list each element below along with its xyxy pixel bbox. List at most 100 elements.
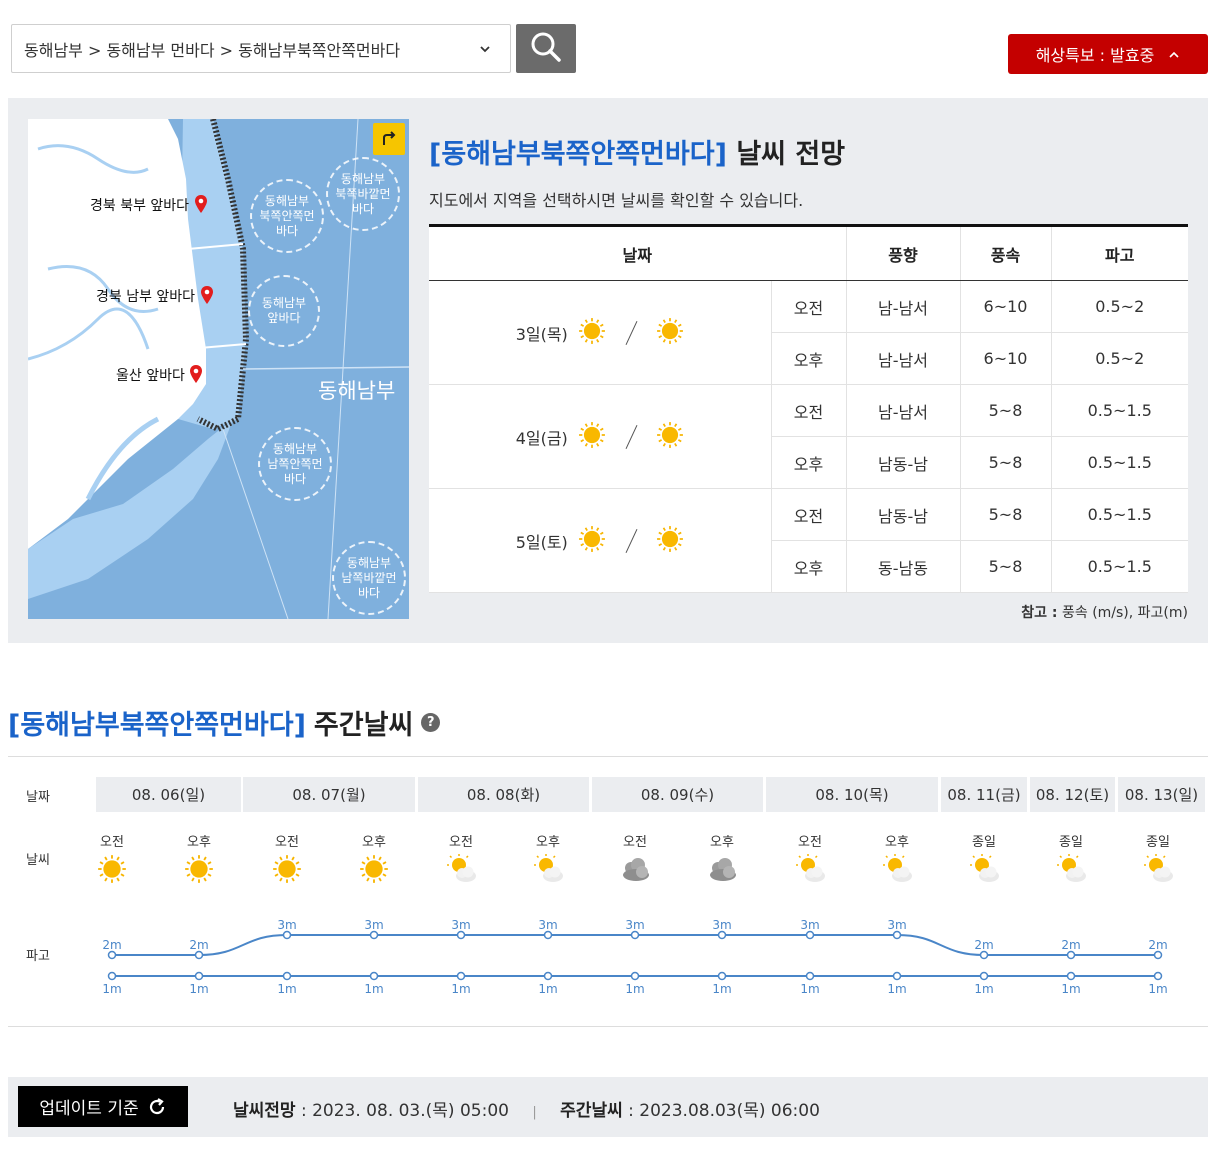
partly-cloudy-icon	[533, 854, 565, 888]
zone-north-outer[interactable]: 동해남부 북쪽바깥먼 바다	[326, 157, 400, 231]
wave-min-label: 1m	[364, 982, 383, 996]
marker-ulsan[interactable]: 울산 앞바다	[116, 364, 203, 385]
area-select[interactable]: 동해남부 > 동해남부 먼바다 > 동해남부북쪽안쪽먼바다	[11, 24, 511, 73]
zone-north-inner[interactable]: 동해남부 북쪽안쪽먼 바다	[250, 179, 324, 253]
update-times: 날씨전망 : 2023. 08. 03.(목) 05:00 | 주간날씨 : 2…	[233, 1101, 820, 1121]
wave-min-point	[456, 971, 466, 981]
marker-gyeongbuk-north[interactable]: 경북 북부 앞바다	[90, 194, 208, 215]
forecast-title: [동해남부북쪽안쪽먼바다] 날씨 전망	[429, 139, 846, 170]
weekly-date: 08. 10(목)	[766, 777, 938, 812]
search-button[interactable]	[516, 24, 576, 73]
col-wave: 파고	[1050, 224, 1188, 281]
wave-min-point	[892, 971, 902, 981]
slash-divider	[624, 426, 638, 448]
zone-south-inner[interactable]: 동해남부 남쪽안쪽먼 바다	[258, 427, 332, 501]
row-label-weather: 날씨	[26, 853, 50, 868]
zone-south-outer[interactable]: 동해남부 남쪽바깥먼 바다	[332, 541, 406, 615]
wave-min-point	[1066, 971, 1076, 981]
wind-dir-cell: 남동-남	[845, 488, 960, 541]
sun-icon	[578, 525, 606, 557]
sun-icon	[359, 854, 389, 888]
wave-min-point	[1153, 971, 1163, 981]
weekly-period: 오후	[710, 835, 734, 850]
weekly-period: 오후	[536, 835, 560, 850]
wave-max-point	[107, 950, 117, 960]
wave-max-label: 3m	[800, 918, 819, 932]
wave-min-label: 1m	[974, 982, 993, 996]
sun-icon	[578, 421, 606, 453]
date-cell: 3일(목)	[429, 280, 771, 385]
redo-icon	[383, 131, 396, 145]
wave-min-label: 1m	[102, 982, 121, 996]
wave-min-point	[369, 971, 379, 981]
weekly-date: 08. 11(금)	[941, 777, 1027, 812]
weekly-date: 08. 12(토)	[1030, 777, 1115, 812]
wave-cell: 0.5~1.5	[1050, 540, 1188, 593]
wave-cell: 0.5~2	[1050, 280, 1188, 333]
col-wind-speed: 풍속	[959, 224, 1051, 281]
wave-max-point	[717, 930, 727, 940]
wave-max-point	[892, 930, 902, 940]
marker-gyeongbuk-south[interactable]: 경북 남부 앞바다	[96, 285, 214, 306]
zone-coastal[interactable]: 동해남부 앞바다	[248, 275, 320, 347]
wind-speed-cell: 6~10	[959, 332, 1051, 385]
wind-dir-cell: 남-남서	[845, 384, 960, 437]
wave-cell: 0.5~1.5	[1050, 436, 1188, 489]
wave-max-label: 3m	[887, 918, 906, 932]
wave-min-point	[194, 971, 204, 981]
wind-speed-cell: 5~8	[959, 540, 1051, 593]
weekly-period: 오후	[885, 835, 909, 850]
forecast-table: 날짜 풍향 풍속 파고 3일(목) 오전 남-남서 6~10 0.5~2 오후 남-남서 6…	[429, 224, 1188, 593]
sea-area-map[interactable]: 경북 북부 앞바다 경북 남부 앞바다 울산 앞바다 동해남부 북쪽안쪽먼 바다…	[28, 119, 409, 619]
partly-cloudy-icon	[1143, 854, 1175, 888]
weekly-date: 08. 09(수)	[592, 777, 763, 812]
weekly-title: [동해남부북쪽안쪽먼바다] 주간날씨 ?	[8, 703, 441, 742]
wave-min-point	[107, 971, 117, 981]
wave-cell: 0.5~1.5	[1050, 384, 1188, 437]
search-icon	[529, 30, 563, 68]
weekly-period: 오후	[187, 835, 211, 850]
wave-max-label: 3m	[277, 918, 296, 932]
cloudy-icon	[620, 854, 652, 888]
wind-dir-cell: 동-남동	[845, 540, 960, 593]
map-reset-button[interactable]	[373, 123, 405, 155]
chevron-down-icon	[478, 41, 492, 60]
partly-cloudy-icon	[969, 854, 1001, 888]
wave-cell: 0.5~1.5	[1050, 488, 1188, 541]
period-cell: 오후	[770, 540, 846, 593]
update-button[interactable]: 업데이트 기준	[18, 1086, 188, 1127]
wave-min-point	[717, 971, 727, 981]
wave-cell: 0.5~2	[1050, 332, 1188, 385]
wave-max-label: 3m	[538, 918, 557, 932]
wave-max-label: 3m	[625, 918, 644, 932]
help-icon[interactable]: ?	[421, 713, 441, 732]
sun-icon	[656, 525, 684, 557]
col-wind-dir: 풍향	[845, 224, 960, 281]
alert-label: 해상특보 : 발효중	[1035, 46, 1155, 65]
date-cell: 4일(금)	[429, 384, 771, 489]
wave-max-label: 2m	[1061, 938, 1080, 952]
wave-min-point	[282, 971, 292, 981]
weekly-period: 종일	[1059, 835, 1083, 850]
area-breadcrumb: 동해남부 > 동해남부 먼바다 > 동해남부북쪽안쪽먼바다	[24, 40, 401, 60]
wave-min-label: 1m	[887, 982, 906, 996]
weekly-period: 오전	[275, 835, 299, 850]
slash-divider	[624, 530, 638, 552]
wave-min-label: 1m	[800, 982, 819, 996]
wave-min-label: 1m	[277, 982, 296, 996]
wind-dir-cell: 남동-남	[845, 436, 960, 489]
period-cell: 오후	[770, 332, 846, 385]
marine-alert-button[interactable]: 해상특보 : 발효중	[1008, 34, 1208, 74]
wave-min-label: 1m	[451, 982, 470, 996]
divider	[8, 1026, 1208, 1027]
wave-max-label: 3m	[712, 918, 731, 932]
wave-max-point	[1153, 950, 1163, 960]
period-cell: 오전	[770, 488, 846, 541]
wave-min-label: 1m	[538, 982, 557, 996]
partly-cloudy-icon	[882, 854, 914, 888]
refresh-icon	[149, 1097, 164, 1114]
wave-min-point	[543, 971, 553, 981]
weekly-period: 오전	[100, 835, 124, 850]
wave-max-label: 2m	[1148, 938, 1167, 952]
map-pin-icon	[194, 195, 207, 213]
